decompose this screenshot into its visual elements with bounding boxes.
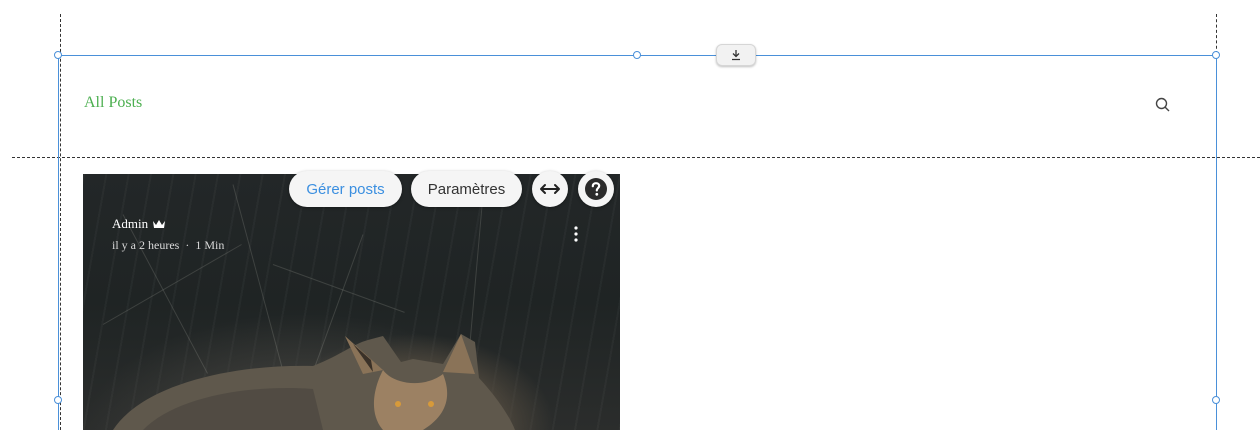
help-icon — [585, 178, 607, 200]
guide-horizontal — [12, 157, 1260, 158]
guide-right-vertical — [1216, 14, 1217, 54]
anchor-button[interactable] — [716, 44, 756, 66]
post-author-row[interactable]: Admin — [112, 216, 166, 232]
help-button[interactable] — [578, 171, 614, 207]
all-posts-link[interactable]: All Posts — [84, 94, 142, 112]
post-meta: il y a 2 heures · 1 Min — [112, 238, 224, 253]
download-arrow-icon — [732, 50, 740, 61]
guide-left-vertical — [60, 14, 61, 430]
post-read-time: 1 Min — [195, 238, 225, 252]
crown-icon — [153, 220, 166, 228]
selection-left-edge — [58, 55, 59, 430]
post-author[interactable]: Admin — [112, 216, 148, 232]
coyote-image — [113, 334, 515, 430]
selection-right-edge — [1216, 55, 1217, 430]
post-card[interactable]: Admin il y a 2 heures · 1 Min — [83, 174, 620, 430]
post-time: il y a 2 heures — [112, 238, 180, 252]
resize-handle-top-center[interactable] — [633, 51, 641, 59]
resize-handle-top-right[interactable] — [1212, 51, 1220, 59]
resize-handle-mid-left[interactable] — [54, 396, 62, 404]
search-icon[interactable] — [1154, 96, 1172, 114]
manage-posts-button[interactable]: Gérer posts — [289, 171, 402, 207]
meta-separator: · — [185, 238, 190, 252]
horizontal-stretch-icon — [540, 184, 560, 194]
settings-button[interactable]: Paramètres — [411, 171, 522, 207]
more-options-icon[interactable] — [573, 224, 579, 244]
stretch-button[interactable] — [532, 171, 568, 207]
resize-handle-top-left[interactable] — [54, 51, 62, 59]
resize-handle-mid-right[interactable] — [1212, 396, 1220, 404]
